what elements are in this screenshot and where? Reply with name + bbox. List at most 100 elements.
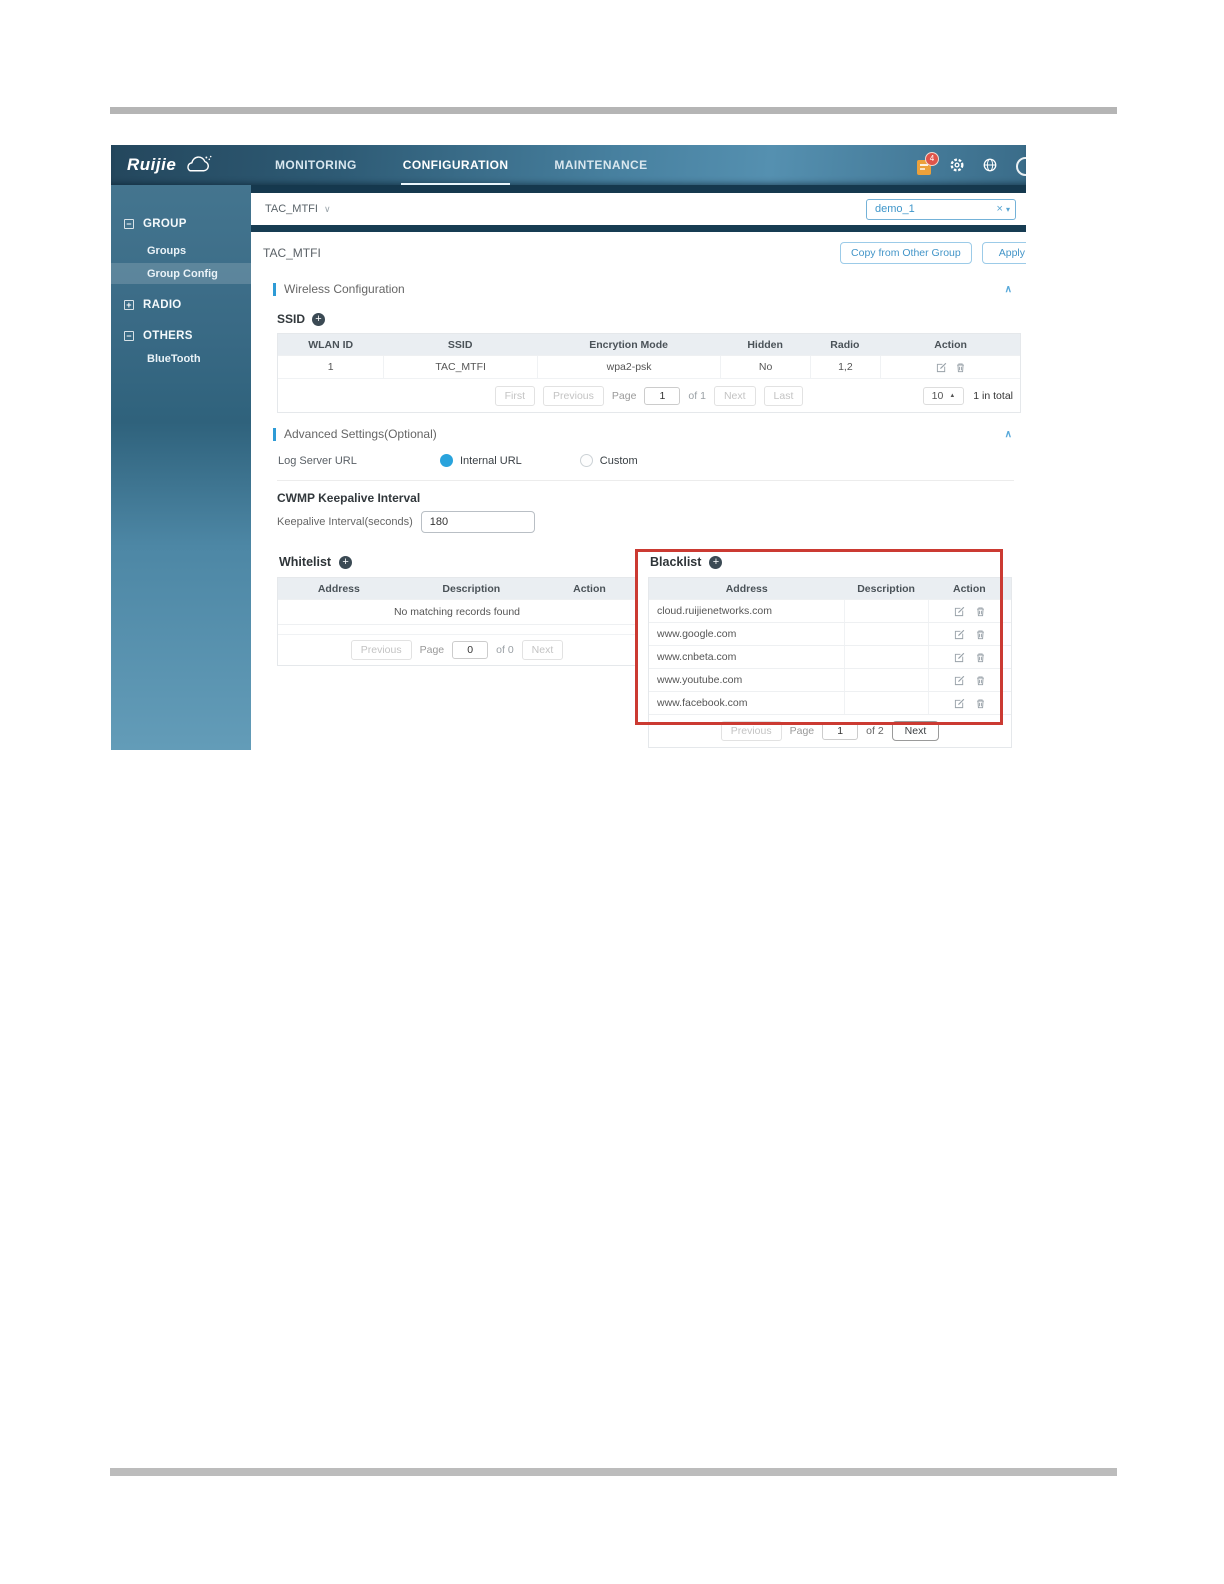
add-whitelist-icon[interactable]: + (339, 555, 353, 569)
delete-icon[interactable] (975, 698, 986, 709)
blacklist-header-action: Action (953, 582, 986, 595)
copy-from-other-group-button[interactable]: Copy from Other Group (840, 242, 972, 264)
sidebar-item-others[interactable]: − OTHERS (111, 328, 251, 344)
group-select-value: demo_1 (875, 203, 915, 215)
keepalive-interval-input[interactable] (420, 511, 535, 533)
blacklist-pagination: Previous Page of 2 Next (649, 714, 1011, 747)
notification-icon[interactable]: 4 (917, 151, 939, 175)
whitelist-pagination: Previous Page of 0 Next (278, 634, 636, 665)
whitelist-table: Address Description Action No matching r… (277, 577, 637, 666)
expand-icon[interactable]: + (124, 300, 134, 310)
sidebar-others-label: OTHERS (143, 330, 193, 342)
blacklist-description (844, 669, 927, 691)
ssid-label-row: SSID + (277, 312, 1026, 326)
wireless-section-title: Wireless Configuration (284, 282, 405, 296)
blacklist-address: www.facebook.com (657, 697, 748, 709)
next-page-button[interactable]: Next (521, 640, 564, 660)
collapse-icon[interactable]: − (124, 331, 134, 341)
ssid-cell-radio: 1,2 (810, 356, 880, 378)
page-number-input[interactable] (644, 386, 681, 405)
sidebar-group-label: GROUP (143, 218, 187, 230)
next-page-button[interactable]: Next (891, 721, 940, 741)
sidebar-item-group-config[interactable]: Group Config (111, 263, 251, 284)
blacklist-table-header: Address Description Action (649, 578, 1011, 599)
previous-page-button[interactable]: Previous (720, 721, 782, 741)
edit-icon[interactable] (954, 698, 965, 709)
ssid-cell-wlan-id: 1 (327, 361, 334, 373)
log-server-label: Log Server URL (278, 454, 357, 467)
page-label: Page (419, 644, 445, 656)
cloud-logo-icon (183, 154, 213, 176)
ssid-header-radio: Radio (830, 338, 860, 351)
sidebar-item-groups[interactable]: Groups (111, 240, 251, 261)
tab-maintenance[interactable]: MAINTENANCE (552, 145, 649, 185)
edit-icon[interactable] (954, 606, 965, 617)
custom-radio[interactable]: Custom (579, 454, 638, 467)
blacklist-row: www.google.com (649, 622, 1011, 645)
page-number-input[interactable] (452, 641, 489, 659)
chevron-down-icon: ∨ (323, 203, 331, 214)
ssid-cell-ssid: TAC_MTFI (383, 356, 537, 378)
keepalive-row: Keepalive Interval(seconds) (277, 511, 1026, 533)
collapse-chevron-icon[interactable]: ∧ (1005, 429, 1012, 440)
page-number-input[interactable] (822, 722, 859, 740)
blacklist-address: www.cnbeta.com (657, 651, 737, 663)
delete-icon[interactable] (975, 629, 986, 640)
blacklist-section: Blacklist + Address Description Action c… (635, 549, 1012, 748)
sidebar: − GROUP Groups Group Config + RADIO − OT… (111, 185, 251, 750)
page-top-rule (110, 107, 1117, 114)
edit-icon[interactable] (936, 362, 947, 373)
ssid-table-header: WLAN ID SSID Encrytion Mode Hidden Radio… (278, 334, 1020, 355)
clear-icon[interactable]: × (997, 203, 1003, 215)
edit-icon[interactable] (954, 652, 965, 663)
header-buttons: Copy from Other Group Apply (840, 242, 1026, 264)
blacklist-description (844, 600, 927, 622)
gear-icon[interactable] (949, 157, 965, 173)
delete-icon[interactable] (955, 362, 966, 373)
blacklist-description (844, 623, 927, 645)
add-blacklist-icon[interactable]: + (709, 555, 723, 569)
sidebar-item-bluetooth[interactable]: BlueTooth (111, 348, 251, 369)
internal-url-radio[interactable]: Internal URL (440, 454, 522, 467)
tab-configuration[interactable]: CONFIGURATION (400, 145, 511, 185)
edit-icon[interactable] (954, 629, 965, 640)
app-body: − GROUP Groups Group Config + RADIO − OT… (111, 185, 1026, 750)
breadcrumb[interactable]: TAC_MTFI ∨ (265, 203, 331, 215)
section-accent-bar (273, 282, 276, 296)
delete-icon[interactable] (975, 606, 986, 617)
sidebar-item-group[interactable]: − GROUP (111, 216, 251, 232)
ssid-header-hidden: Hidden (747, 338, 783, 351)
add-ssid-icon[interactable]: + (312, 312, 326, 326)
whitelist-title-row: Whitelist + (279, 555, 637, 569)
sidebar-groups-label: Groups (147, 244, 187, 257)
apply-button[interactable]: Apply (981, 242, 1026, 264)
blacklist-title: Blacklist (650, 555, 702, 569)
group-select[interactable]: demo_1 × ▾ (866, 198, 1016, 220)
first-page-button[interactable]: First (494, 385, 536, 406)
nav-tabs: MONITORING CONFIGURATION MAINTENANCE (273, 145, 692, 185)
ssid-cell-hidden: No (720, 356, 810, 378)
blacklist-row: www.cnbeta.com (649, 645, 1011, 668)
previous-page-button[interactable]: Previous (543, 385, 604, 406)
edit-icon[interactable] (954, 675, 965, 686)
last-page-button[interactable]: Last (763, 385, 804, 406)
brand-logo: Ruijie (127, 154, 255, 176)
collapse-icon[interactable]: − (124, 219, 134, 229)
blacklist-header-description: Description (857, 582, 915, 595)
page-of-label: of 2 (866, 725, 884, 737)
lists-row: Whitelist + Address Description Action N… (277, 549, 1026, 748)
cwmp-title: CWMP Keepalive Interval (277, 491, 421, 505)
collapse-chevron-icon[interactable]: ∧ (1005, 284, 1012, 295)
globe-icon[interactable] (982, 157, 998, 173)
whitelist-title: Whitelist (279, 555, 332, 569)
previous-page-button[interactable]: Previous (350, 640, 412, 660)
sidebar-item-radio[interactable]: + RADIO (111, 297, 251, 313)
delete-icon[interactable] (975, 675, 986, 686)
tab-monitoring[interactable]: MONITORING (273, 145, 359, 185)
advanced-section-title: Advanced Settings(Optional) (284, 427, 437, 441)
ssid-header-action: Action (934, 338, 967, 351)
whitelist-section: Whitelist + Address Description Action N… (277, 555, 637, 666)
next-page-button[interactable]: Next (713, 385, 756, 406)
page-size-select[interactable]: 10 ▲ (922, 386, 965, 405)
delete-icon[interactable] (975, 652, 986, 663)
